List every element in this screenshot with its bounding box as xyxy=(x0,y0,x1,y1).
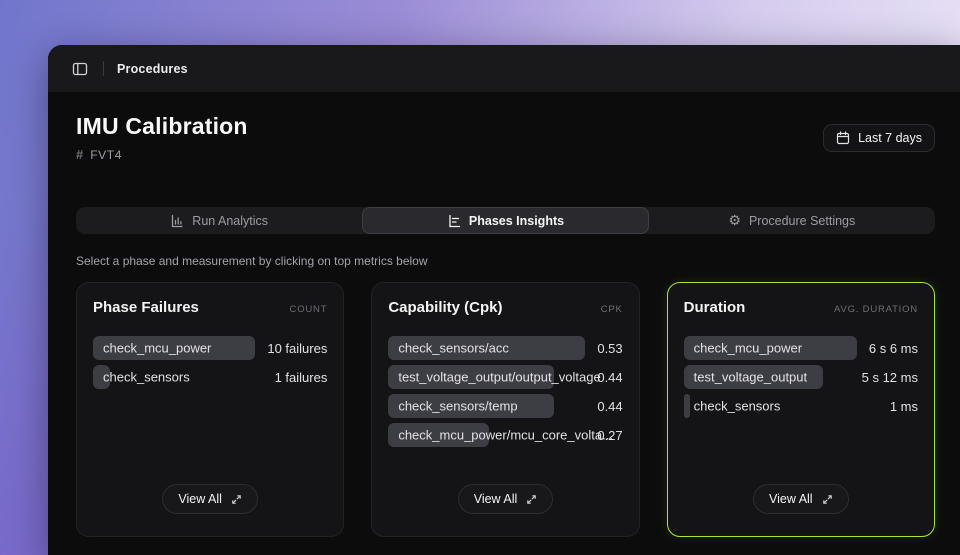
card-duration: Duration AVG. DURATION check_mcu_power 6… xyxy=(667,282,935,537)
tab-procedure-settings[interactable]: ⚙ Procedure Settings xyxy=(649,207,935,234)
view-all-label: View All xyxy=(769,492,813,506)
page-title: IMU Calibration xyxy=(76,113,248,140)
card-capability-cpk: Capability (Cpk) CPK check_sensors/acc 0… xyxy=(371,282,639,537)
row-value: 0.44 xyxy=(597,370,622,385)
line-chart-icon xyxy=(447,214,461,228)
metric-row[interactable]: check_sensors/temp 0.44 xyxy=(388,394,622,418)
tab-phases-insights[interactable]: Phases Insights xyxy=(362,207,648,234)
view-all-button[interactable]: View All xyxy=(753,484,849,514)
row-label: check_mcu_power/mcu_core_volta... xyxy=(398,428,613,443)
metric-row[interactable]: check_sensors/acc 0.53 xyxy=(388,336,622,360)
row-label: check_mcu_power xyxy=(103,341,211,356)
card-phase-failures: Phase Failures COUNT check_mcu_power 10 … xyxy=(76,282,344,537)
row-value: 1 failures xyxy=(275,370,328,385)
app-window: Procedures IMU Calibration # FVT4 xyxy=(48,45,960,555)
date-range-label: Last 7 days xyxy=(858,131,922,145)
row-value: 10 failures xyxy=(267,341,327,356)
breadcrumb[interactable]: Procedures xyxy=(117,62,188,76)
top-bar: Procedures xyxy=(48,45,960,92)
expand-icon xyxy=(526,494,537,505)
row-label: check_mcu_power xyxy=(694,341,802,356)
metric-row[interactable]: check_sensors 1 ms xyxy=(684,394,918,418)
main-content: IMU Calibration # FVT4 Last 7 days xyxy=(48,113,960,537)
card-title: Capability (Cpk) xyxy=(388,299,502,316)
topbar-divider xyxy=(103,61,104,76)
row-label: test_voltage_output xyxy=(694,370,807,385)
row-label: check_sensors xyxy=(694,399,781,414)
view-all-label: View All xyxy=(178,492,222,506)
tab-run-analytics-label: Run Analytics xyxy=(192,214,268,228)
expand-icon xyxy=(231,494,242,505)
row-value: 0.44 xyxy=(597,399,622,414)
row-value: 5 s 12 ms xyxy=(862,370,918,385)
tab-phases-insights-label: Phases Insights xyxy=(469,214,564,228)
panel-left-icon xyxy=(72,61,88,77)
row-value: 6 s 6 ms xyxy=(869,341,918,356)
row-label: test_voltage_output/output_voltage xyxy=(398,370,600,385)
metric-row[interactable]: test_voltage_output 5 s 12 ms xyxy=(684,365,918,389)
metric-row[interactable]: test_voltage_output/output_voltage 0.44 xyxy=(388,365,622,389)
tab-bar: Run Analytics Phases Insights ⚙ Procedur… xyxy=(76,207,935,234)
view-all-label: View All xyxy=(474,492,518,506)
hash-icon: # xyxy=(76,147,83,162)
metric-row[interactable]: check_mcu_power 10 failures xyxy=(93,336,327,360)
row-label: check_sensors/temp xyxy=(398,399,517,414)
card-title: Duration xyxy=(684,299,746,316)
calendar-icon xyxy=(836,131,850,145)
metric-row[interactable]: check_mcu_power/mcu_core_volta... 0.27 xyxy=(388,423,622,447)
row-bar xyxy=(684,394,690,418)
card-title: Phase Failures xyxy=(93,299,199,316)
row-label: check_sensors/acc xyxy=(398,341,509,356)
instruction-text: Select a phase and measurement by clicki… xyxy=(76,254,935,268)
date-range-button[interactable]: Last 7 days xyxy=(823,124,935,152)
bar-chart-icon xyxy=(170,214,184,228)
row-value: 0.53 xyxy=(597,341,622,356)
metric-row[interactable]: check_sensors 1 failures xyxy=(93,365,327,389)
procedure-tag: # FVT4 xyxy=(76,147,248,162)
sidebar-toggle-button[interactable] xyxy=(70,59,90,79)
view-all-button[interactable]: View All xyxy=(458,484,554,514)
card-metric-label: AVG. DURATION xyxy=(834,304,918,315)
expand-icon xyxy=(822,494,833,505)
tab-run-analytics[interactable]: Run Analytics xyxy=(76,207,362,234)
metric-row[interactable]: check_mcu_power 6 s 6 ms xyxy=(684,336,918,360)
page-header: IMU Calibration # FVT4 Last 7 days xyxy=(76,113,935,162)
card-metric-label: CPK xyxy=(601,304,623,315)
view-all-button[interactable]: View All xyxy=(162,484,258,514)
procedure-tag-label: FVT4 xyxy=(90,148,122,162)
gear-icon: ⚙ xyxy=(728,214,741,228)
tab-procedure-settings-label: Procedure Settings xyxy=(749,214,855,228)
row-label: check_sensors xyxy=(103,370,190,385)
metric-cards: Phase Failures COUNT check_mcu_power 10 … xyxy=(76,282,935,537)
row-value: 1 ms xyxy=(890,399,918,414)
card-metric-label: COUNT xyxy=(290,304,328,315)
